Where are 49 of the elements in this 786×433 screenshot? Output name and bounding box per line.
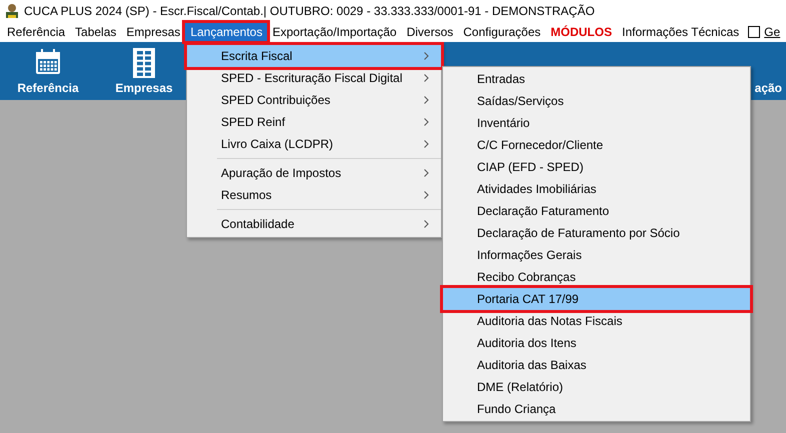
menu-item[interactable]: MÓDULOS [546, 23, 617, 41]
menu-item[interactable]: Atividades Imobiliárias [443, 178, 750, 200]
menu-item[interactable]: C/C Fornecedor/Cliente [443, 134, 750, 156]
menu-item[interactable]: Portaria CAT 17/99 [443, 288, 750, 310]
menu-item[interactable]: Configurações [458, 23, 546, 41]
menu-item[interactable]: Saídas/Serviços [443, 90, 750, 112]
menu-item[interactable]: SPED Reinf [187, 111, 441, 133]
menu-item[interactable]: Referência [2, 23, 70, 41]
chevron-icon [424, 96, 429, 104]
chevron-icon [424, 169, 429, 177]
chevron-icon [424, 118, 429, 126]
menu-item[interactable]: Diversos [402, 23, 458, 41]
menu-item[interactable]: Fundo Criança [443, 398, 750, 420]
menu-item[interactable]: Declaração de Faturamento por Sócio [443, 222, 750, 244]
chevron-icon [424, 220, 429, 228]
menu-item[interactable]: Declaração Faturamento [443, 200, 750, 222]
menu-item[interactable]: Informações Técnicas [616, 23, 744, 41]
menu-item[interactable]: DME (Relatório) [443, 376, 750, 398]
menu-item[interactable]: Livro Caixa (LCDPR) [187, 133, 441, 155]
menu-item[interactable]: CIAP (EFD - SPED) [443, 156, 750, 178]
menu-item[interactable]: Resumos [217, 184, 441, 206]
menu-item[interactable]: Informações Gerais [443, 244, 750, 266]
menu-item[interactable]: Lançamentos [185, 23, 268, 41]
menu-item[interactable]: Inventário [443, 112, 750, 134]
chevron-icon [424, 140, 429, 148]
menu-item[interactable]: Entradas [443, 68, 750, 90]
calendar-icon [34, 48, 62, 76]
chevron-icon [424, 74, 429, 82]
menu-item[interactable]: Recibo Cobranças [443, 266, 750, 288]
checkbox-label: Ge [764, 24, 780, 41]
menu-item[interactable]: Tabelas [70, 23, 122, 41]
chevron-icon [424, 191, 429, 199]
menu-item[interactable]: Exportação/Importação [267, 23, 402, 41]
checkbox[interactable] [748, 26, 760, 38]
toolbar-button[interactable]: ação [754, 79, 782, 97]
menu-item[interactable]: Apuração de Impostos [217, 162, 441, 184]
app-logo-icon [4, 3, 20, 19]
menu-item[interactable]: Escrita Fiscal [187, 45, 441, 67]
toolbar-button[interactable]: Referência [0, 42, 96, 100]
menu-item[interactable]: Auditoria dos Itens [443, 332, 750, 354]
building-icon [132, 48, 156, 78]
menu-item[interactable]: Empresas [121, 23, 186, 41]
menu-item[interactable]: Auditoria das Baixas [443, 354, 750, 376]
menu-item[interactable]: Auditoria das Notas Fiscais [443, 310, 750, 332]
chevron-icon [424, 52, 429, 60]
menu-item[interactable]: Contabilidade [217, 213, 441, 235]
menu-item[interactable]: SPED - Escrituração Fiscal Digital [187, 67, 441, 89]
window-title: CUCA PLUS 2024 (SP) - Escr.Fiscal/Contab.| OUTUBRO: 0029 - 33.333.333/0001-91 - DEMONSTRAÇÃO [24, 3, 595, 20]
menu-item[interactable]: SPED Contribuições [187, 89, 441, 111]
